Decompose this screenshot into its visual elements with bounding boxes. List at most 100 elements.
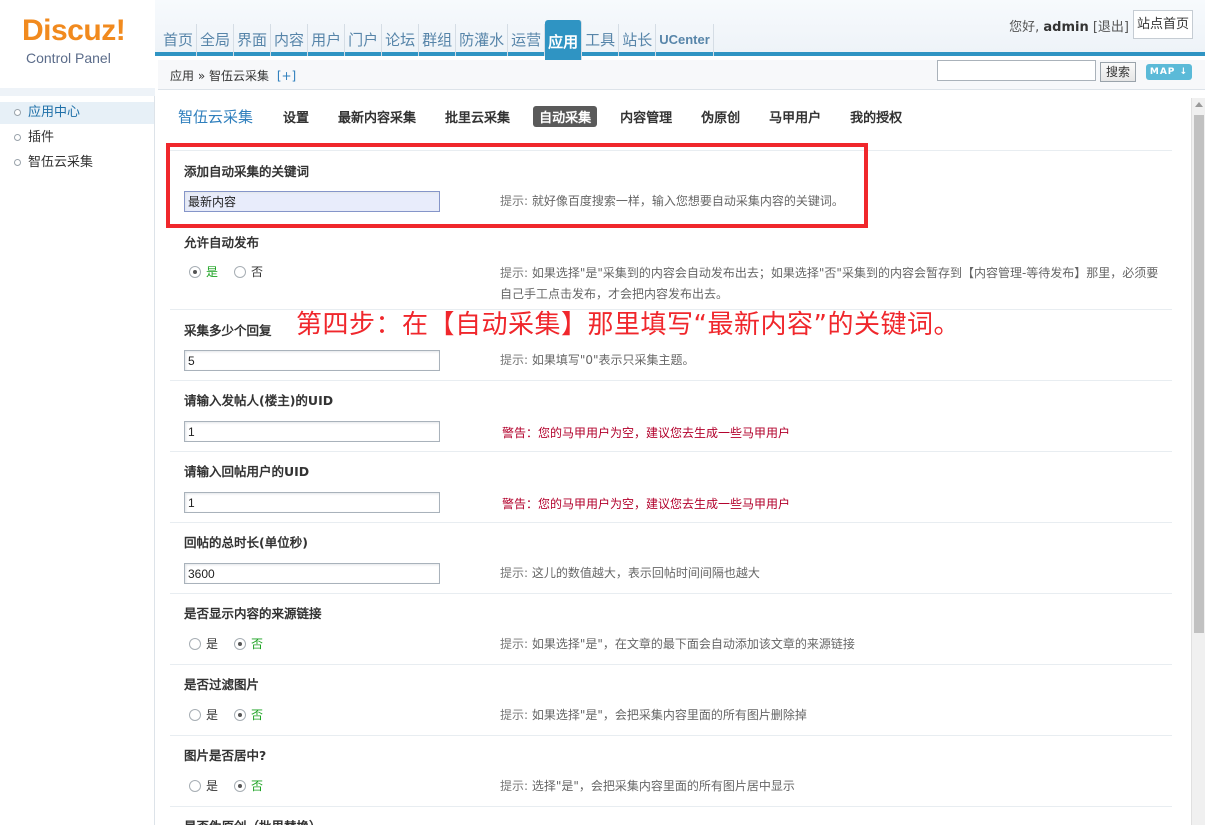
- scroll-thumb[interactable]: [1194, 115, 1204, 633]
- row-divider: [170, 664, 1172, 665]
- filter-yes-label[interactable]: 是: [206, 706, 218, 723]
- autopub-tip: 提示: 如果选择"是"采集到的内容会自动发布出去；如果选择"否"采集到的内容会暂…: [500, 263, 1170, 305]
- tip-label: 提示:: [500, 708, 529, 722]
- tip-text: 这儿的数值越大，表示回帖时间间隔也越大: [531, 566, 760, 580]
- source-yes-radio[interactable]: [189, 637, 201, 650]
- center-yes-label[interactable]: 是: [206, 777, 218, 794]
- filter-tip: 提示: 如果选择"是"，会把采集内容里面的所有图片删除掉: [500, 705, 1170, 726]
- filter-yes-radio[interactable]: [189, 708, 201, 721]
- circle-bullet-icon: [14, 134, 21, 141]
- tab-batch-collect[interactable]: 批里云采集: [439, 106, 516, 127]
- autopub-no-label[interactable]: 否: [251, 263, 263, 280]
- autopub-yes-label[interactable]: 是: [206, 263, 218, 280]
- nav-interface[interactable]: 界面: [234, 24, 272, 56]
- poster-uid-input[interactable]: [184, 421, 440, 442]
- source-tip: 提示: 如果选择"是"，在文章的最下面会自动添加该文章的来源链接: [500, 634, 1170, 655]
- nav-antispam[interactable]: 防灌水: [456, 24, 509, 56]
- sidebar-item-label: 应用中心: [28, 105, 81, 120]
- nav-webmaster[interactable]: 站长: [619, 24, 657, 56]
- tip-label: 提示:: [500, 637, 529, 651]
- center-radio-group: 是 否: [189, 777, 279, 794]
- logout-link[interactable]: [退出]: [1093, 20, 1129, 35]
- nav-global[interactable]: 全局: [197, 24, 235, 56]
- tip-label: 提示:: [500, 779, 529, 793]
- map-button[interactable]: MAP ↓: [1146, 64, 1192, 80]
- plugin-title[interactable]: 智伍云采集: [178, 106, 253, 127]
- tab-latest-collect[interactable]: 最新内容采集: [332, 106, 422, 127]
- source-link-label: 是否显示内容的来源链接: [184, 606, 322, 621]
- tab-content-manage[interactable]: 内容管理: [614, 106, 678, 127]
- tip-text: 选择"是"，会把采集内容里面的所有图片居中显示: [531, 779, 795, 793]
- source-yes-label[interactable]: 是: [206, 635, 218, 652]
- circle-bullet-icon: [14, 159, 21, 166]
- tip-text: 如果选择"是"，在文章的最下面会自动添加该文章的来源链接: [531, 637, 855, 651]
- reply-uid-label: 请输入回帖用户的UID: [184, 464, 310, 479]
- nav-users[interactable]: 用户: [308, 24, 346, 56]
- nav-home[interactable]: 首页: [160, 24, 198, 56]
- nav-ucenter[interactable]: UCenter: [656, 24, 714, 56]
- breadcrumb-path[interactable]: 应用 » 智伍云采集: [170, 69, 269, 83]
- tip-text: 如果选择"是"采集到的内容会自动发布出去；如果选择"否"采集到的内容会暂存到【内…: [500, 266, 1159, 301]
- sidebar-item-zhiwu-collect[interactable]: 智伍云采集: [0, 152, 154, 174]
- poster-warning: 警告：您的马甲用户为空，建议您去生成一些马甲用户: [502, 426, 791, 440]
- filter-images-label: 是否过滤图片: [184, 677, 260, 692]
- vertical-scrollbar[interactable]: [1191, 98, 1205, 825]
- search-input[interactable]: [937, 60, 1096, 81]
- pseudo-original-label: 是否伪原创（批里替换）: [184, 816, 322, 825]
- top-header: 首页 全局 界面 内容 用户 门户 论坛 群组 防灌水 运营 应用 工具 站长 …: [0, 0, 1205, 60]
- poster-uid-label: 请输入发帖人(楼主)的UID: [184, 393, 334, 408]
- duration-input[interactable]: [184, 563, 440, 584]
- center-yes-radio[interactable]: [189, 779, 201, 792]
- center-no-label[interactable]: 否: [251, 777, 263, 794]
- scroll-up-arrow-icon[interactable]: [1195, 102, 1203, 107]
- autopub-no-radio[interactable]: [234, 265, 247, 278]
- site-home-button[interactable]: 站点首页: [1133, 10, 1193, 39]
- nav-portal[interactable]: 门户: [345, 24, 383, 56]
- nav-operations[interactable]: 运营: [508, 24, 546, 56]
- source-radio-group: 是 否: [189, 635, 279, 652]
- reply-uid-input[interactable]: [184, 492, 440, 513]
- tab-my-license[interactable]: 我的授权: [844, 106, 908, 127]
- sidebar-item-plugins[interactable]: 插件: [0, 127, 154, 149]
- tip-label: 提示:: [500, 353, 529, 367]
- autopub-yes-radio[interactable]: [189, 265, 201, 278]
- logo: Discuz! Control Panel: [0, 0, 155, 88]
- sidebar-item-app-center[interactable]: 应用中心: [0, 102, 154, 124]
- replies-tip: 提示: 如果填写"0"表示只采集主题。: [500, 350, 1170, 371]
- sidebar-item-label: 智伍云采集: [28, 155, 94, 170]
- tab-settings[interactable]: 设置: [277, 106, 315, 127]
- replies-input[interactable]: [184, 350, 440, 371]
- nav-content[interactable]: 内容: [271, 24, 309, 56]
- row-divider: [170, 806, 1172, 807]
- reply-warning: 警告：您的马甲用户为空，建议您去生成一些马甲用户: [502, 497, 791, 511]
- filter-radio-group: 是 否: [189, 706, 279, 723]
- tab-auto-collect[interactable]: 自动采集: [533, 106, 598, 127]
- tab-pseudo-original[interactable]: 伪原创: [695, 106, 746, 127]
- user-bar: 您好, admin [退出]: [1009, 16, 1129, 35]
- filter-no-label[interactable]: 否: [251, 706, 263, 723]
- sidebar-item-label: 插件: [28, 130, 55, 145]
- center-no-radio[interactable]: [234, 779, 247, 792]
- main-nav: 首页 全局 界面 内容 用户 门户 论坛 群组 防灌水 运营 应用 工具 站长 …: [160, 12, 714, 60]
- tip-text: 如果选择"是"，会把采集内容里面的所有图片删除掉: [531, 708, 807, 722]
- source-no-radio[interactable]: [234, 637, 247, 650]
- search-button[interactable]: 搜索: [1100, 62, 1136, 82]
- tab-sockpuppet-users[interactable]: 马甲用户: [763, 106, 827, 127]
- breadcrumb: 应用 » 智伍云采集 [+]: [170, 67, 296, 84]
- brand-name: Discuz!: [22, 14, 126, 47]
- row-divider: [170, 522, 1172, 523]
- nav-forum[interactable]: 论坛: [382, 24, 420, 56]
- autopub-radio-group: 是 否: [189, 263, 279, 280]
- nav-tools[interactable]: 工具: [582, 24, 620, 56]
- nav-apps[interactable]: 应用: [545, 20, 583, 60]
- filter-no-radio[interactable]: [234, 708, 247, 721]
- autopub-label: 允许自动发布: [184, 235, 260, 250]
- center-tip: 提示: 选择"是"，会把采集内容里面的所有图片居中显示: [500, 776, 1170, 797]
- username: admin: [1043, 20, 1089, 35]
- sidebar-top-strip: [0, 88, 155, 96]
- source-no-label[interactable]: 否: [251, 635, 263, 652]
- nav-groups[interactable]: 群组: [419, 24, 457, 56]
- duration-tip: 提示: 这儿的数值越大，表示回帖时间间隔也越大: [500, 563, 1170, 584]
- replies-label: 采集多少个回复: [184, 323, 272, 338]
- add-shortcut-link[interactable]: [+]: [277, 69, 296, 83]
